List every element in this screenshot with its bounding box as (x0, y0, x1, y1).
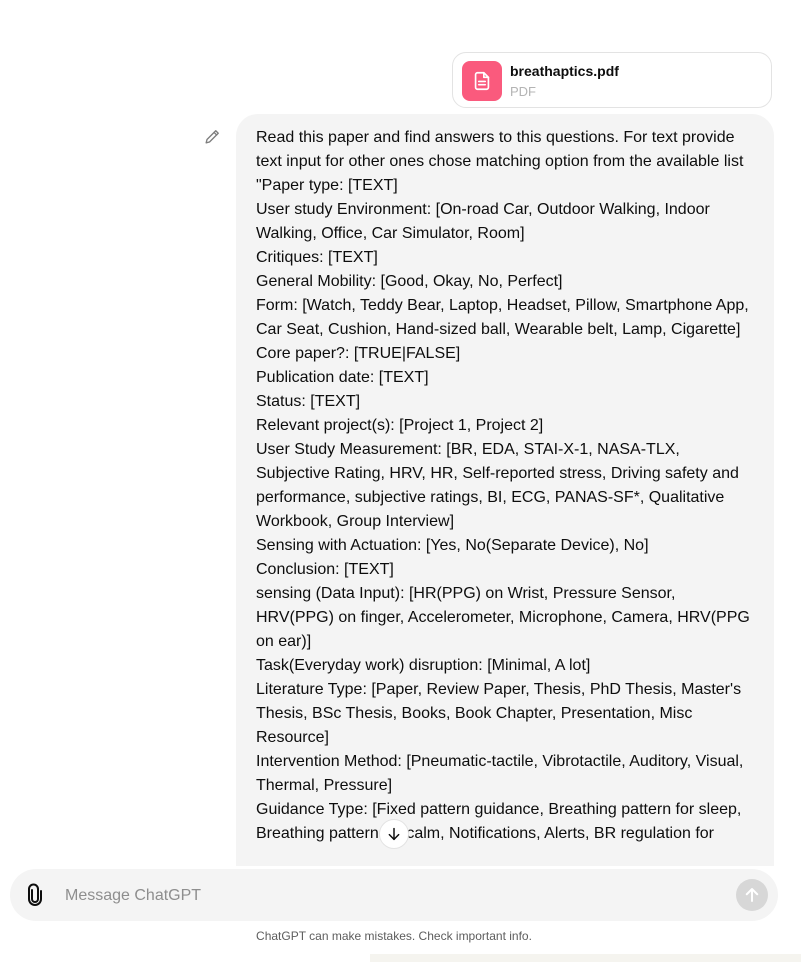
pencil-icon (205, 130, 219, 144)
arrow-down-icon (388, 827, 400, 841)
disclaimer-text: ChatGPT can make mistakes. Check importa… (256, 929, 532, 943)
send-button[interactable] (736, 879, 768, 911)
attachment-file-type: PDF (510, 84, 536, 99)
user-message-bubble: Read this paper and find answers to this… (236, 114, 774, 914)
message-composer (10, 869, 778, 921)
attachment-file-name: breathaptics.pdf (510, 63, 619, 79)
attach-file-button[interactable] (23, 883, 47, 907)
arrow-up-icon (745, 888, 759, 902)
edit-message-button[interactable] (202, 127, 222, 147)
message-input[interactable] (63, 880, 707, 912)
paperclip-icon (28, 883, 42, 906)
bottom-panel-edge (370, 954, 801, 962)
user-message-text: Read this paper and find answers to this… (256, 129, 750, 842)
document-icon (462, 61, 502, 101)
scroll-to-bottom-button[interactable] (379, 819, 409, 849)
file-attachment-card[interactable]: breathaptics.pdf PDF (452, 52, 772, 108)
